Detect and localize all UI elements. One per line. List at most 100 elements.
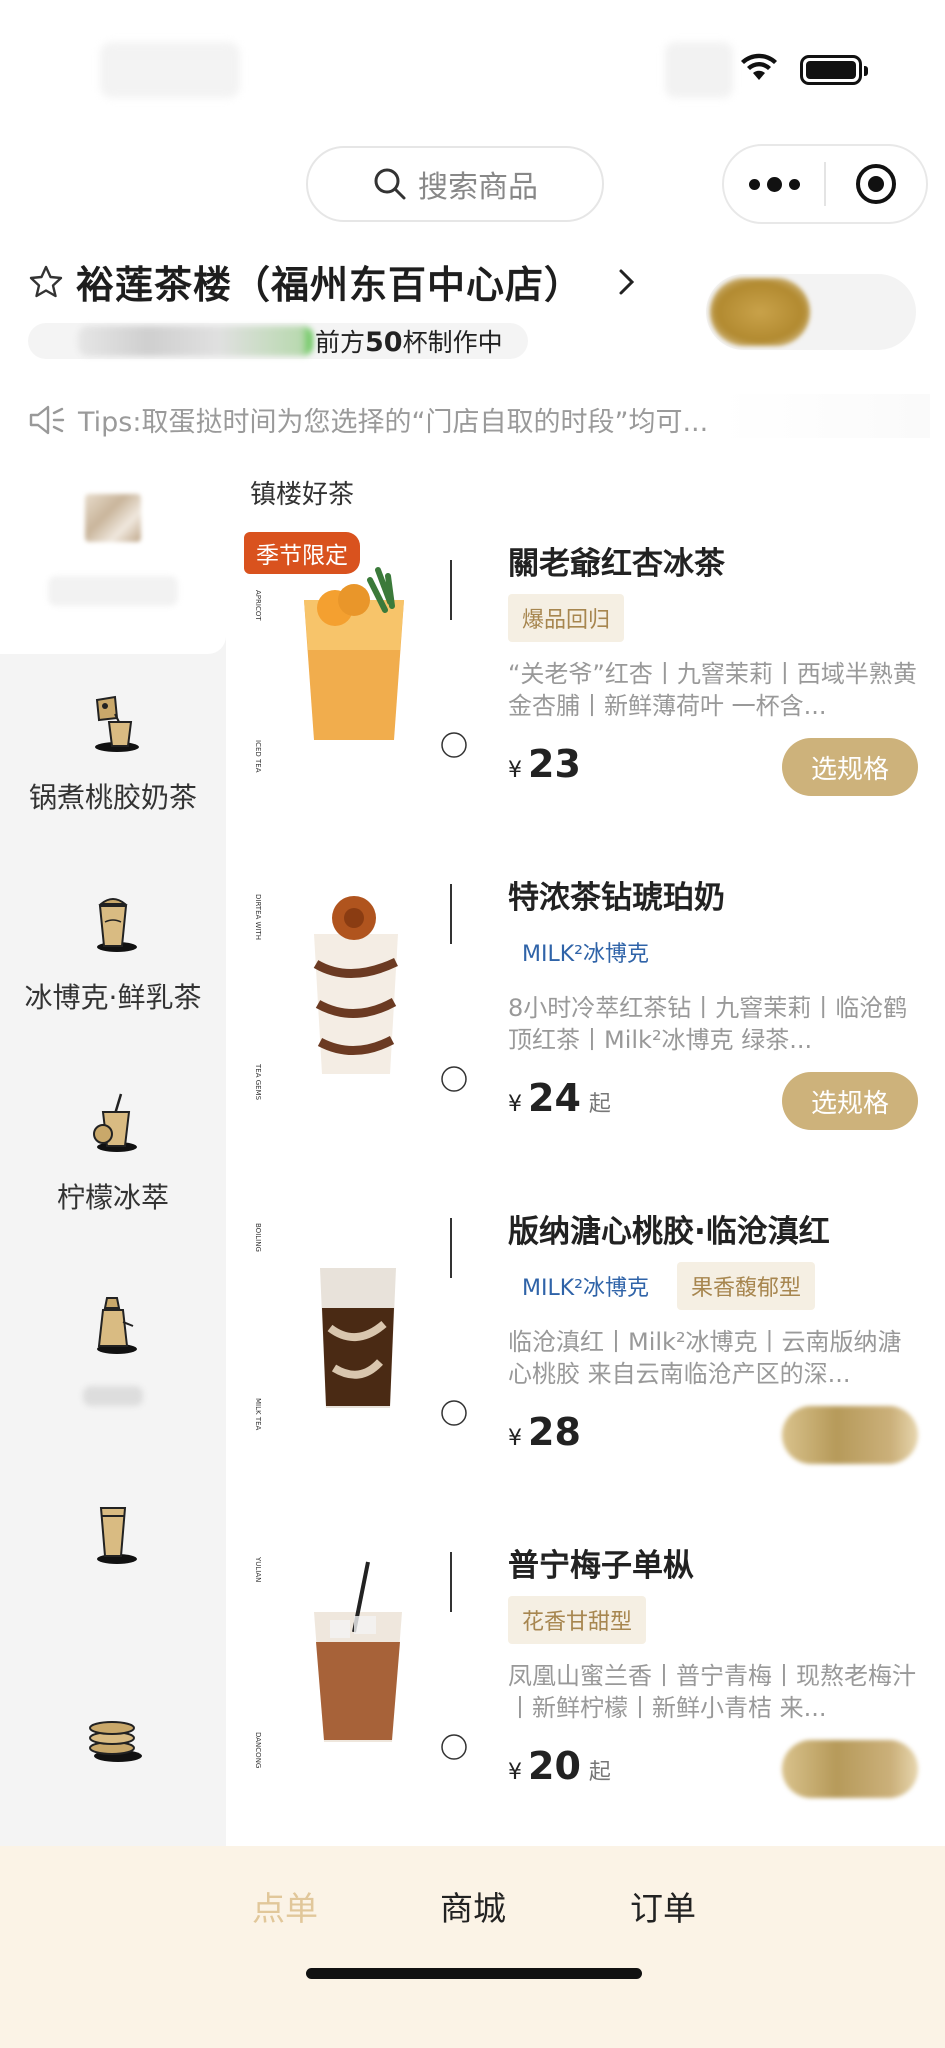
select-spec-button[interactable]: 选规格 bbox=[782, 1072, 918, 1130]
search-placeholder: 搜索商品 bbox=[418, 170, 538, 205]
product-tag: 果香馥郁型 bbox=[676, 1262, 815, 1310]
category-thumbnail bbox=[85, 494, 141, 542]
tips-marquee[interactable]: Tips:取蛋挞时间为您选择的“门店自取的时段”均可... bbox=[28, 400, 708, 439]
product-description: “关老爷”红杏丨九窨茉莉丨西域半熟黄金杏脯丨新鲜薄荷叶 一杯含... bbox=[508, 660, 917, 720]
search-icon bbox=[374, 168, 406, 200]
svg-text:BOILING: BOILING bbox=[254, 1223, 262, 1252]
price-from-label: 起 bbox=[588, 1092, 611, 1117]
product-image[interactable]: DIRTEA WITH TEA GEMS bbox=[250, 874, 468, 1174]
svg-text:TEA GEMS: TEA GEMS bbox=[254, 1063, 262, 1101]
product-image[interactable]: YULIAN DANCONG bbox=[250, 1542, 468, 1842]
status-time-blurred bbox=[100, 42, 240, 98]
product-tag: MILK²冰博克 bbox=[508, 1262, 663, 1310]
sidebar-item-shaker[interactable] bbox=[0, 1294, 226, 1406]
price-value: 24 bbox=[528, 1076, 581, 1120]
sidebar-item-cup[interactable] bbox=[0, 1502, 226, 1566]
sidebar-item-label: 锅煮桃胶奶茶 bbox=[28, 781, 197, 814]
sidebar-item-milk-tea[interactable]: 冰博克·鲜乳茶 bbox=[0, 892, 226, 1016]
sidebar-item-label: 冰博克·鲜乳茶 bbox=[24, 981, 202, 1014]
bottom-tab-bar: 点单 商城 订单 bbox=[0, 1846, 945, 2048]
product-price: ¥ 28 bbox=[508, 1410, 581, 1454]
milk-tea-icon bbox=[97, 898, 137, 952]
product-description: 8小时冷萃红茶钻丨九窨茉莉丨临沧鹤顶红茶丨Milk²冰博克 绿茶... bbox=[508, 994, 908, 1054]
svg-text:APRICOT: APRICOT bbox=[254, 590, 262, 621]
product-name: 版纳溏心桃胶·临沧滇红 bbox=[508, 1214, 830, 1250]
queue-suffix: 杯制作中 bbox=[402, 328, 503, 357]
category-sidebar: 锅煮桃胶奶茶 冰博克·鲜乳茶 柠檬冰萃 bbox=[0, 440, 226, 1846]
target-icon bbox=[855, 164, 896, 204]
price-value: 23 bbox=[528, 742, 581, 786]
product-card[interactable]: APRICOT ICED TEA 季节限定 關老爺红杏冰茶 爆品回归 “关老爷”… bbox=[244, 528, 944, 862]
store-name: 裕莲茶楼（福州东百中心店） bbox=[76, 263, 584, 307]
product-name: 特浓茶钻琥珀奶 bbox=[508, 880, 725, 916]
svg-text:MILK TEA: MILK TEA bbox=[254, 1398, 262, 1431]
queue-count: 50 bbox=[365, 327, 403, 358]
svg-text:YULIAN: YULIAN bbox=[254, 1556, 262, 1582]
sidebar-item-label: 柠檬冰萃 bbox=[56, 1181, 169, 1214]
currency-symbol: ¥ bbox=[508, 1760, 522, 1785]
product-price: ¥ 23 bbox=[508, 742, 581, 786]
star-icon[interactable] bbox=[28, 264, 64, 300]
toggle-knob bbox=[710, 278, 810, 346]
product-price: ¥ 24 起 bbox=[508, 1076, 611, 1120]
status-bar bbox=[0, 0, 945, 130]
product-description: 临沧滇红丨Milk²冰博克丨云南版纳溏心桃胶 来自云南临沧产区的深... bbox=[508, 1328, 902, 1388]
product-name: 關老爺红杏冰茶 bbox=[508, 546, 725, 582]
product-image[interactable]: BOILING MILK TEA bbox=[250, 1208, 468, 1508]
sidebar-item-stack[interactable] bbox=[0, 1714, 226, 1764]
close-miniprogram-button[interactable] bbox=[826, 164, 926, 204]
product-tags: MILK²冰博克 bbox=[508, 928, 663, 976]
more-options-icon[interactable] bbox=[724, 176, 824, 192]
product-card[interactable]: BOILING MILK TEA 版纳溏心桃胶·临沧滇红 MILK²冰博克 果香… bbox=[244, 1196, 944, 1530]
queue-status: 前方50杯制作中 bbox=[28, 323, 528, 359]
sidebar-item-pot-tea[interactable]: 锅煮桃胶奶茶 bbox=[0, 692, 226, 816]
tab-orders[interactable]: 订单 bbox=[630, 1882, 696, 1930]
product-tag: MILK²冰博克 bbox=[508, 928, 663, 976]
tips-text: Tips:取蛋挞时间为您选择的“门店自取的时段”均可... bbox=[78, 407, 709, 438]
price-value: 20 bbox=[528, 1744, 581, 1788]
svg-text:DANCONG: DANCONG bbox=[254, 1732, 262, 1768]
product-description: 凤凰山蜜兰香丨普宁青梅丨现熬老梅汁丨新鲜柠檬丨新鲜小青桔 来... bbox=[508, 1662, 916, 1722]
section-title: 镇楼好茶 bbox=[250, 480, 355, 510]
search-input[interactable]: 搜索商品 bbox=[306, 146, 604, 222]
product-name: 普宁梅子单枞 bbox=[508, 1548, 694, 1584]
currency-symbol: ¥ bbox=[508, 1092, 522, 1117]
cup-icon bbox=[97, 1507, 137, 1564]
product-card[interactable]: YULIAN DANCONG 普宁梅子单枞 花香甘甜型 凤凰山蜜兰香丨普宁青梅丨… bbox=[244, 1530, 944, 1864]
tab-order[interactable]: 点单 bbox=[252, 1882, 318, 1930]
pickup-delivery-toggle[interactable] bbox=[706, 274, 916, 350]
select-spec-button[interactable] bbox=[782, 1406, 918, 1464]
svg-text:DIRTEA WITH: DIRTEA WITH bbox=[254, 894, 262, 940]
shaker-icon bbox=[97, 1297, 137, 1354]
store-selector[interactable]: 裕莲茶楼（福州东百中心店） bbox=[28, 254, 637, 309]
product-image[interactable]: APRICOT ICED TEA bbox=[250, 540, 468, 840]
season-tag: 季节限定 bbox=[244, 532, 360, 574]
product-tags: MILK²冰博克 果香馥郁型 bbox=[508, 1262, 815, 1310]
product-tag: 爆品回归 bbox=[508, 594, 625, 642]
product-tag: 花香甘甜型 bbox=[508, 1596, 647, 1644]
home-indicator bbox=[306, 1968, 642, 1979]
pot-tea-icon bbox=[95, 695, 139, 752]
signal-icon-blurred bbox=[665, 42, 733, 98]
queue-prefix: 前方 bbox=[315, 328, 366, 357]
price-value: 28 bbox=[528, 1410, 581, 1454]
svg-text:ICED TEA: ICED TEA bbox=[254, 740, 262, 773]
lemon-tea-icon bbox=[93, 1093, 137, 1152]
tab-mall[interactable]: 商城 bbox=[440, 1882, 506, 1930]
miniprogram-capsule bbox=[722, 144, 928, 224]
product-tags: 爆品回归 bbox=[508, 594, 625, 642]
sidebar-item-lemon[interactable]: 柠檬冰萃 bbox=[0, 1092, 226, 1216]
queue-blurred-info bbox=[78, 326, 313, 356]
select-spec-button[interactable] bbox=[782, 1740, 918, 1798]
price-from-label: 起 bbox=[588, 1760, 611, 1785]
speaker-icon bbox=[29, 405, 65, 434]
chevron-right-icon bbox=[619, 269, 635, 294]
currency-symbol: ¥ bbox=[508, 1426, 522, 1451]
product-card[interactable]: DIRTEA WITH TEA GEMS 特浓茶钻琥珀奶 MILK²冰博克 8小… bbox=[244, 862, 944, 1196]
battery-icon bbox=[800, 55, 868, 85]
currency-symbol: ¥ bbox=[508, 758, 522, 783]
sidebar-item-featured[interactable] bbox=[0, 494, 226, 606]
select-spec-button[interactable]: 选规格 bbox=[782, 738, 918, 796]
wifi-icon bbox=[741, 53, 777, 80]
product-tags: 花香甘甜型 bbox=[508, 1596, 647, 1644]
